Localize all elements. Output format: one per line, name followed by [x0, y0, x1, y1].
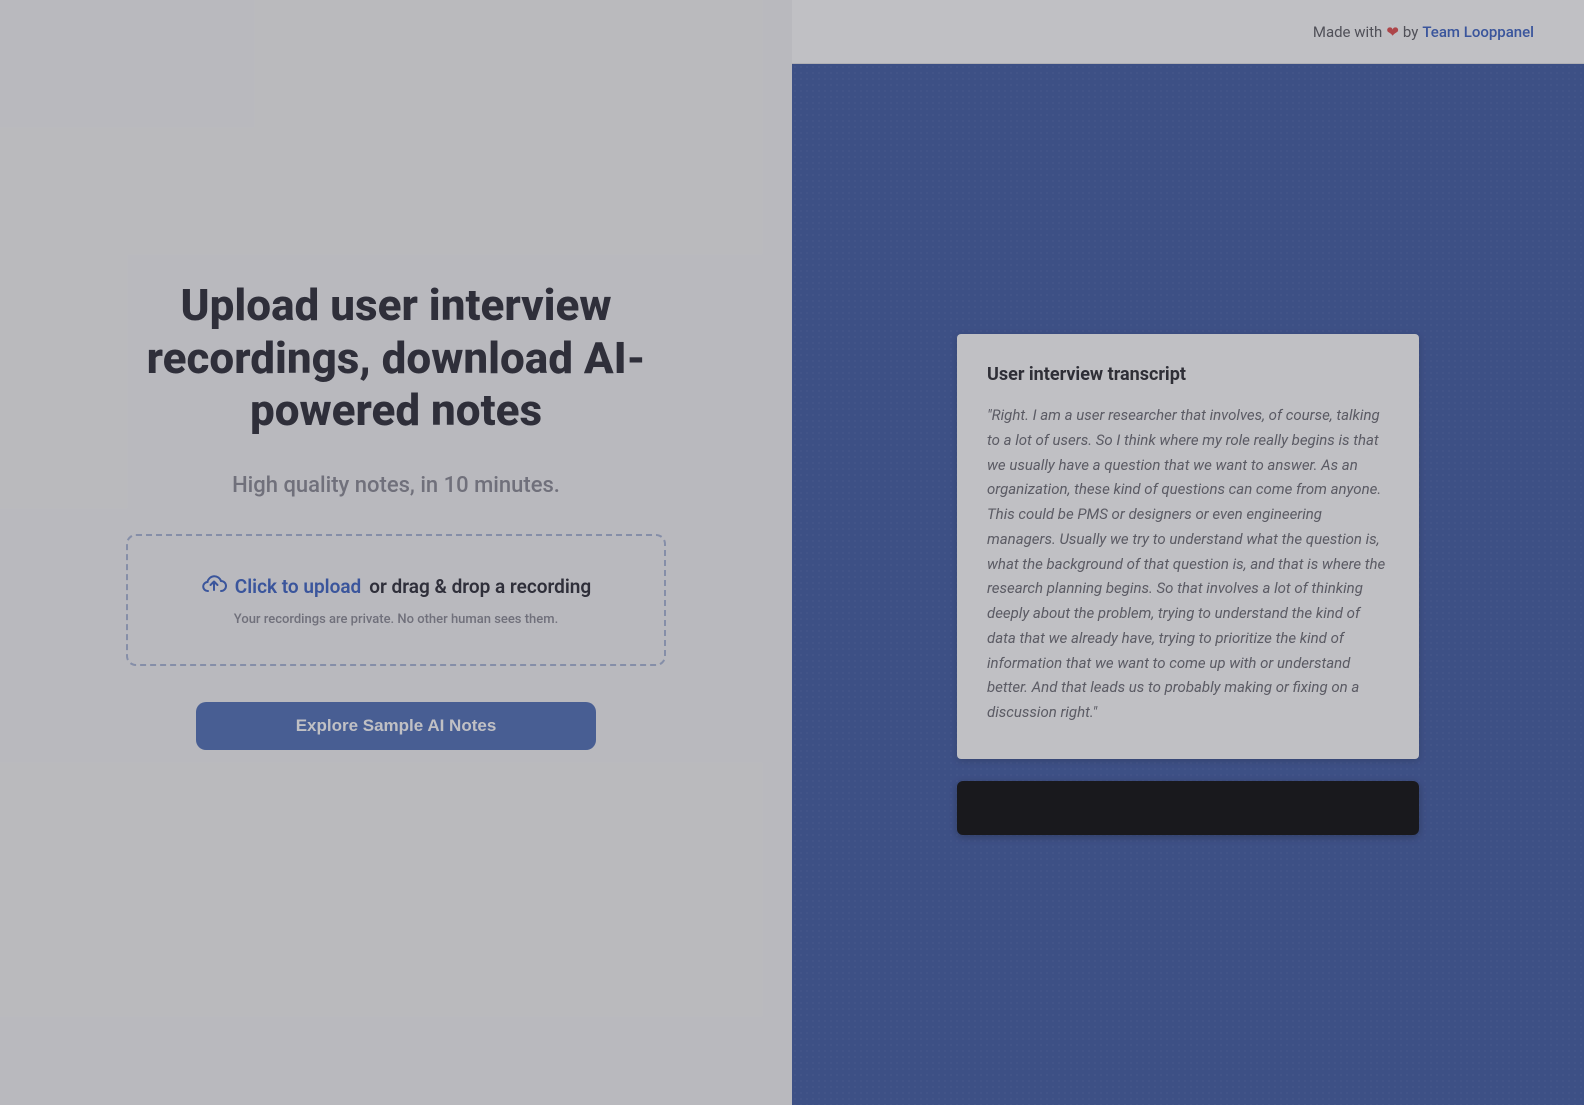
upload-click-label: Click to upload [235, 575, 361, 598]
team-link[interactable]: Team Looppanel [1422, 23, 1534, 41]
made-with-prefix: Made with [1313, 23, 1382, 41]
made-with-by: by [1403, 23, 1418, 41]
left-pane: Upload user interview recordings, downlo… [0, 0, 792, 1035]
transcript-title: User interview transcript [987, 364, 1389, 385]
explore-sample-button[interactable]: Explore Sample AI Notes [196, 702, 596, 750]
transcript-body: "Right. I am a user researcher that invo… [987, 403, 1389, 725]
main-content: Upload user interview recordings, downlo… [0, 64, 1584, 1105]
hero-subtitle: High quality notes, in 10 minutes. [232, 473, 560, 498]
upload-dropzone[interactable]: Click to upload or drag & drop a recordi… [126, 534, 666, 666]
upload-privacy-note: Your recordings are private. No other hu… [234, 612, 558, 627]
cloud-upload-icon [201, 573, 227, 600]
heart-icon: ❤ [1386, 23, 1399, 41]
upload-line: Click to upload or drag & drop a recordi… [201, 573, 591, 600]
upload-drag-label: or drag & drop a recording [369, 575, 591, 598]
transcript-card: User interview transcript "Right. I am a… [957, 334, 1419, 759]
hero-title: Upload user interview recordings, downlo… [76, 279, 716, 437]
media-player-bar[interactable] [957, 781, 1419, 835]
made-with-credit: Made with ❤ by Team Looppanel [1313, 23, 1534, 41]
right-pane: User interview transcript "Right. I am a… [792, 64, 1584, 1105]
